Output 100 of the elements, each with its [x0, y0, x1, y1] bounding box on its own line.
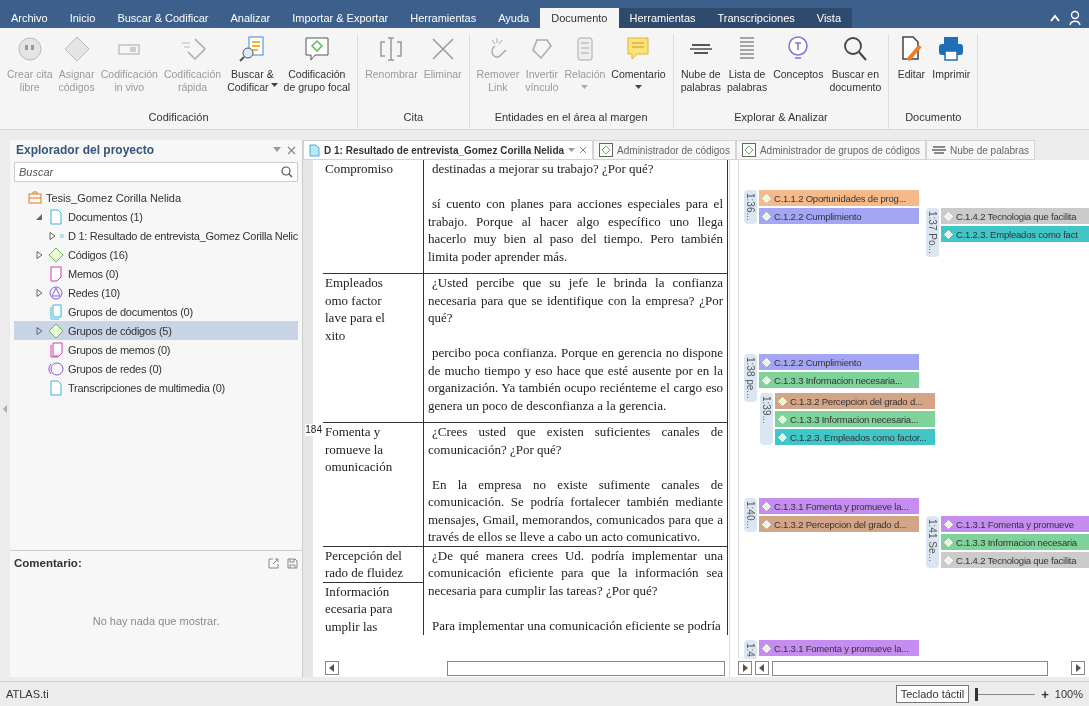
tooltip: Teclado táctil — [895, 685, 970, 703]
code-tag[interactable]: C.1.3.1 Fomenta y promueve la... — [759, 498, 919, 514]
paragraph: destinadas a mejorar su trabajo? ¿Por qué? — [431, 160, 655, 178]
tree-item[interactable]: Códigos (16) — [14, 245, 298, 264]
quotation-label[interactable]: 1:4 — [744, 640, 757, 659]
table-cell-text: Empleados omo factor lave para el xito — [324, 274, 386, 344]
tree-item[interactable]: Grupos de memos (0) — [14, 340, 298, 359]
menu-tab[interactable]: Herramientas — [618, 8, 707, 28]
paragraph: Para implementar una comunicación eficiente se podría — [431, 616, 722, 634]
zoom-in-button[interactable]: + — [1041, 686, 1049, 702]
code-tag[interactable]: C.1.3.3 Informacion necesaria — [941, 534, 1089, 550]
tree-item[interactable]: Memos (0) — [14, 264, 298, 283]
tree-item[interactable]: Tesis_Gomez Corilla Nelida — [46, 191, 182, 204]
dropdown-icon[interactable] — [273, 147, 281, 153]
expander-icon[interactable] — [35, 326, 43, 335]
tree-item[interactable]: Grupos de redes (0) — [14, 359, 298, 378]
close-icon[interactable] — [579, 146, 588, 154]
tree-item[interactable]: D 1: Resultado de entrevista_Gomez Corilla Nelic — [14, 226, 298, 245]
scroll-right-icon[interactable] — [738, 661, 752, 675]
quotation-label[interactable]: 1:37 Po... — [926, 208, 939, 257]
scroll-left-icon[interactable] — [325, 661, 339, 675]
code-tag[interactable]: C.1.3.1 Fomenta y promueve — [941, 516, 1089, 532]
code-tag[interactable]: C.1.3.3 Informacion necesaria... — [775, 411, 935, 427]
ribbon-group-label: Documento — [905, 110, 962, 125]
expander-icon[interactable] — [35, 288, 43, 297]
menu-tab[interactable]: Vista — [805, 8, 853, 28]
menu-tab[interactable]: Transcripciones — [706, 8, 806, 28]
code-tag[interactable]: C.1.3.3 Informacion necesaria... — [759, 372, 919, 388]
tree-item[interactable]: Redes (10) — [14, 283, 298, 302]
close-icon[interactable] — [287, 145, 296, 155]
dropdown-icon[interactable] — [568, 147, 576, 153]
table-cell-text: Información ecesaria para umplir las — [324, 582, 394, 635]
scrollbar[interactable] — [447, 660, 725, 676]
pop-out-icon[interactable] — [268, 557, 279, 569]
ribbon-button[interactable]: Comentario — [608, 34, 669, 90]
menu-tab[interactable]: Ayuda — [487, 8, 541, 28]
code-tag[interactable]: C.1.4.2 Tecnologia que facilita — [941, 552, 1089, 568]
menu-tab[interactable]: Analizar — [219, 8, 282, 28]
ribbon-button[interactable]: Codificación de grupo focal — [280, 34, 354, 94]
menu-tab[interactable]: Importar & Exportar — [281, 8, 400, 28]
menu-tab[interactable]: Documento — [540, 8, 619, 28]
scroll-right-icon[interactable] — [1071, 661, 1085, 675]
memo-icon — [48, 341, 64, 358]
quotation-label[interactable]: 1:36... — [744, 190, 757, 224]
code-tag[interactable]: C.1.3.1 Fomenta y promueve la... — [759, 640, 919, 656]
ribbon-button[interactable]: Buscar en documento — [826, 34, 885, 94]
ribbon-button[interactable]: Nube de palabras — [677, 34, 724, 94]
tree-item[interactable]: Documentos (1) — [14, 207, 298, 226]
code-tag[interactable]: C.1.2.3. Empleados como fact — [941, 226, 1089, 242]
briefcase-icon — [28, 191, 42, 204]
code-tag[interactable]: C.1.4.2 Tecnologia que facilita — [941, 208, 1089, 224]
code-manager-icon — [599, 143, 614, 157]
panel-title: Comentario: — [14, 557, 83, 569]
menu-tab[interactable]: Archivo — [0, 8, 59, 28]
expander-icon[interactable] — [35, 250, 43, 259]
quotation-label[interactable]: 1:39... — [760, 393, 773, 445]
expanded-icon[interactable] — [35, 212, 43, 221]
diamond-icon — [48, 322, 64, 339]
save-icon[interactable] — [287, 557, 298, 569]
expander-icon[interactable] — [48, 231, 56, 240]
tree-item[interactable]: Grupos de documentos (0) — [14, 302, 298, 321]
scrollbar[interactable] — [772, 660, 1048, 676]
document-tab[interactable]: Administrador de grupos de códigos — [735, 140, 926, 160]
empty-message: No hay nada que mostrar. — [91, 615, 221, 627]
code-tag[interactable]: C.1.3.2 Percepcion del grado d... — [759, 516, 919, 532]
code-tag[interactable]: C.1.1.2 Oportunidades de prog... — [759, 190, 919, 206]
quotation-label[interactable]: 1:38 pe... — [744, 354, 757, 402]
document-tab[interactable]: D 1: Resultado de entrevista_Gomez Corilla Nelida — [303, 140, 594, 160]
user-icon[interactable] — [1069, 10, 1083, 26]
diamond-icon — [762, 643, 771, 653]
menu-tab[interactable]: Buscar & Codificar — [106, 8, 220, 28]
memo-icon — [48, 265, 64, 282]
paragraph: sí cuento con planes para acciones especiales para el trabajo. Porque al hacer algo específico uno llega hacerlo muy bien al paso del tiempo. Pero también limita poder aprender más. — [428, 195, 723, 265]
ribbon-button[interactable]: Lista de palabras — [723, 34, 771, 94]
tree-item[interactable]: Grupos de códigos (5) — [14, 321, 298, 340]
document-icon — [309, 143, 320, 157]
code-tag[interactable]: C.1.2.3. Empleados como factor... — [775, 429, 935, 445]
menu-tab[interactable]: Herramientas — [399, 8, 488, 28]
scroll-left-icon[interactable] — [755, 661, 769, 675]
code-tag[interactable]: C.1.3.2 Percepcion del grado d... — [775, 393, 935, 409]
tree-item[interactable]: Transcripciones de multimedia (0) — [14, 378, 298, 397]
document-tab[interactable]: Nube de palabras — [926, 140, 1035, 160]
quotation-label[interactable]: 1:41 Se... — [926, 516, 939, 568]
ribbon-button[interactable]: Conceptos — [770, 34, 827, 81]
search-field[interactable]: Buscar — [14, 162, 298, 182]
ribbon-group-label: Entidades en el área al margen — [494, 110, 648, 125]
code-tag[interactable]: C.1.2.2 Cumplimiento — [759, 354, 919, 370]
panel-title: Explorador del proyecto — [16, 143, 156, 157]
collapse-ribbon-icon[interactable] — [1049, 13, 1061, 23]
code-tag[interactable]: C.1.2.2 Cumplimiento — [759, 208, 919, 224]
paragraph: ¿Crees usted que existen suficientes canales de comunicación? ¿Por qué? — [428, 423, 723, 458]
quotation-label[interactable]: 1:40... — [744, 498, 757, 532]
line-number: 184 — [305, 424, 322, 436]
ribbon-button[interactable]: Imprimir — [929, 34, 974, 81]
menu-tab[interactable]: Inicio — [58, 8, 107, 28]
ribbon-button[interactable]: Buscar & Codificar — [224, 34, 281, 94]
table-cell: Percepción del rado de fluidez — [323, 546, 423, 583]
ribbon-button[interactable]: Editar — [893, 34, 930, 81]
document-icon — [48, 208, 64, 225]
document-tab[interactable]: Administrador de códigos — [593, 140, 736, 160]
